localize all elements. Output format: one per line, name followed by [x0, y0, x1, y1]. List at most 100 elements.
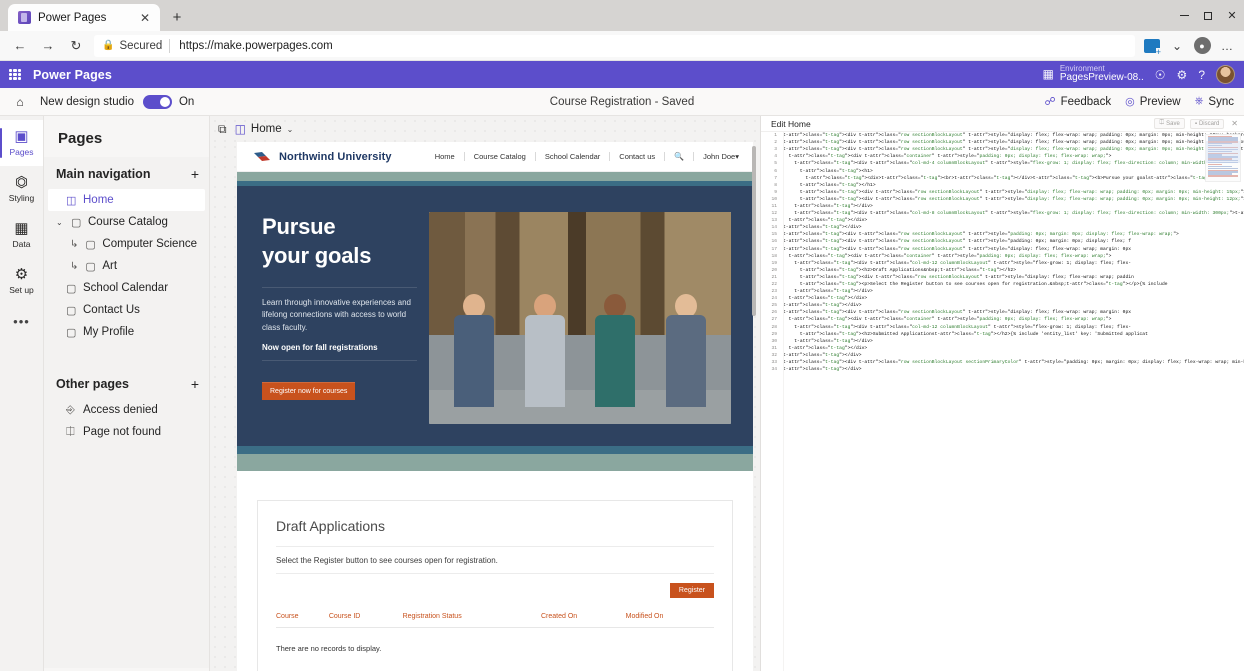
column-header-modified-on[interactable]: Modified On: [626, 607, 714, 628]
notifications-icon[interactable]: ☉: [1155, 68, 1166, 82]
address-bar[interactable]: 🔒 Secured https://make.powerpages.com: [94, 35, 1135, 57]
code-line[interactable]: 16t-attr">class="t-tag"><div t-attr">cla…: [761, 238, 1244, 245]
chevron-down-icon[interactable]: ⌄: [56, 218, 65, 227]
chevron-down-icon[interactable]: ⌄: [287, 125, 294, 134]
code-line[interactable]: 23 t-attr">class="t-tag"></div>: [761, 288, 1244, 295]
code-minimap[interactable]: [1205, 134, 1241, 182]
hero-section[interactable]: Pursue your goals Learn through innovati…: [237, 186, 753, 429]
new-tab-button[interactable]: +: [166, 6, 188, 28]
site-nav-course-catalog[interactable]: Course Catalog: [465, 152, 536, 161]
code-line[interactable]: 6 t-attr">class="t-tag"><h1>: [761, 167, 1244, 174]
code-line[interactable]: 33t-attr">class="t-tag"><div t-attr">cla…: [761, 359, 1244, 366]
minimap-viewport[interactable]: [1206, 141, 1240, 163]
sidebar-item-styling[interactable]: ⏣ Styling: [0, 166, 43, 212]
sidebar-item-school-calendar[interactable]: ▢ School Calendar: [44, 277, 209, 299]
close-icon[interactable]: ✕: [1229, 119, 1238, 128]
collections-icon[interactable]: [1141, 35, 1163, 57]
code-line[interactable]: 19 t-attr">class="t-tag"><div t-attr">cl…: [761, 260, 1244, 267]
sidebar-item-data[interactable]: ▦ Data: [0, 212, 43, 258]
code-line[interactable]: 11 t-attr">class="t-tag"></div>: [761, 203, 1244, 210]
code-line[interactable]: 20 t-attr">class="t-tag"><h2>Draft Appli…: [761, 267, 1244, 274]
code-line[interactable]: 9 t-attr">class="t-tag"><div t-attr">cla…: [761, 189, 1244, 196]
environment-selector[interactable]: ▦ Environment PagesPreview-08..: [1043, 65, 1144, 84]
code-line[interactable]: 18 t-attr">class="t-tag"><div t-attr">cl…: [761, 253, 1244, 260]
chevron-down-icon[interactable]: ⌄: [1166, 35, 1188, 57]
code-line[interactable]: 25t-attr">class="t-tag"></div>: [761, 302, 1244, 309]
forward-icon[interactable]: →: [34, 34, 62, 58]
design-studio-toggle[interactable]: [143, 95, 172, 109]
register-button[interactable]: Register: [670, 583, 714, 598]
add-other-page-icon[interactable]: +: [191, 378, 199, 390]
code-line[interactable]: 1t-attr">class="t-tag"><div t-attr">clas…: [761, 132, 1244, 139]
code-line[interactable]: 8 t-attr">class="t-tag"></h1>: [761, 182, 1244, 189]
browser-menu-icon[interactable]: …: [1216, 35, 1238, 57]
code-line[interactable]: 29 t-attr">class="t-tag"><h2>Submitted A…: [761, 331, 1244, 338]
code-line[interactable]: 31 t-attr">class="t-tag"></div>: [761, 345, 1244, 352]
register-now-button[interactable]: Register now for courses: [262, 382, 355, 400]
code-line[interactable]: 4 t-attr">class="t-tag"><div t-attr">cla…: [761, 153, 1244, 160]
code-line[interactable]: 12 t-attr">class="t-tag"><div t-attr">cl…: [761, 210, 1244, 217]
site-nav-contact-us[interactable]: Contact us: [610, 152, 665, 161]
sidebar-item-contact-us[interactable]: ▢ Contact Us: [44, 299, 209, 321]
site-user-menu[interactable]: John Doe▾: [694, 152, 739, 161]
code-line[interactable]: 15t-attr">class="t-tag"><div t-attr">cla…: [761, 231, 1244, 238]
profile-avatar[interactable]: ●: [1191, 35, 1213, 57]
code-line[interactable]: 32t-attr">class="t-tag"></div>: [761, 352, 1244, 359]
sidebar-item-computer-science[interactable]: ↳ ▢ Computer Science: [44, 233, 209, 255]
code-line[interactable]: 13 t-attr">class="t-tag"></div>: [761, 217, 1244, 224]
column-header-created-on[interactable]: Created On: [541, 607, 626, 628]
code-line[interactable]: 21 t-attr">class="t-tag"><div t-attr">cl…: [761, 274, 1244, 281]
close-icon[interactable]: ✕: [138, 11, 152, 25]
code-discard-button[interactable]: ▪ Discard: [1190, 119, 1224, 129]
sidebar-item-my-profile[interactable]: ▢ My Profile: [44, 321, 209, 343]
sidebar-item-page-not-found[interactable]: ⎅ Page not found: [44, 421, 209, 443]
column-header-registration-status[interactable]: Registration Status: [403, 607, 541, 628]
site-nav-home[interactable]: Home: [426, 152, 465, 161]
rail-more-button[interactable]: •••: [0, 304, 43, 338]
sync-button[interactable]: ⎈ Sync: [1195, 95, 1234, 108]
sidebar-item-home[interactable]: ◫ Home: [48, 189, 205, 211]
preview-button[interactable]: ◎ Preview: [1125, 95, 1181, 108]
site-nav-school-calendar[interactable]: School Calendar: [536, 152, 610, 161]
sidebar-item-course-catalog[interactable]: ⌄ ▢ Course Catalog: [44, 211, 209, 233]
browser-tab[interactable]: Power Pages ✕: [8, 4, 160, 31]
code-line[interactable]: 30 t-attr">class="t-tag"></div>: [761, 338, 1244, 345]
home-icon[interactable]: ⌂: [8, 95, 32, 109]
reload-icon[interactable]: ↻: [62, 34, 90, 58]
window-minimize-button[interactable]: [1172, 0, 1196, 31]
add-page-icon[interactable]: +: [191, 168, 199, 180]
user-avatar[interactable]: [1216, 65, 1235, 84]
code-line[interactable]: 27 t-attr">class="t-tag"><div t-attr">cl…: [761, 316, 1244, 323]
code-line[interactable]: 2t-attr">class="t-tag"><div t-attr">clas…: [761, 139, 1244, 146]
grid-icon[interactable]: [7, 67, 23, 83]
code-line[interactable]: 3t-attr">class="t-tag"><div t-attr">clas…: [761, 146, 1244, 153]
site-preview[interactable]: Northwind University Home Course Catalog…: [237, 142, 753, 671]
canvas-scrollbar[interactable]: [752, 146, 756, 316]
code-line[interactable]: 17t-attr">class="t-tag"><div t-attr">cla…: [761, 246, 1244, 253]
code-line[interactable]: 26t-attr">class="t-tag"><div t-attr">cla…: [761, 309, 1244, 316]
code-line[interactable]: 10 t-attr">class="t-tag"><div t-attr">cl…: [761, 196, 1244, 203]
canvas-page-selector[interactable]: ◫ Home ⌄: [235, 122, 298, 136]
search-icon[interactable]: 🔍: [665, 152, 694, 161]
expand-canvas-icon[interactable]: ⧉: [218, 122, 227, 137]
code-line[interactable]: 34t-attr">class="t-tag"></div>: [761, 366, 1244, 373]
code-line[interactable]: 14t-attr">class="t-tag"></div>: [761, 224, 1244, 231]
window-maximize-button[interactable]: [1196, 0, 1220, 31]
sidebar-item-setup[interactable]: ⚙ Set up: [0, 258, 43, 304]
column-header-course-id[interactable]: Course ID: [329, 607, 403, 628]
window-close-icon[interactable]: ✕: [1220, 0, 1244, 31]
feedback-button[interactable]: ☍ Feedback: [1044, 95, 1111, 108]
code-line[interactable]: 5 t-attr">class="t-tag"><div t-attr">cla…: [761, 160, 1244, 167]
column-header-course[interactable]: Course: [276, 607, 329, 628]
code-text-area[interactable]: 1t-attr">class="t-tag"><div t-attr">clas…: [761, 132, 1244, 671]
back-icon[interactable]: ←: [6, 34, 34, 58]
code-line[interactable]: 24 t-attr">class="t-tag"></div>: [761, 295, 1244, 302]
code-line[interactable]: 22 t-attr">class="t-tag"><p>Select the R…: [761, 281, 1244, 288]
sidebar-item-pages[interactable]: ▣ Pages: [0, 120, 43, 166]
code-line[interactable]: 7 t-attr">class="t-tag"><div>t-attr">cla…: [761, 175, 1244, 182]
canvas-scroll-area[interactable]: Northwind University Home Course Catalog…: [210, 142, 760, 671]
sidebar-item-art[interactable]: ↳ ▢ Art: [44, 255, 209, 277]
code-line[interactable]: 28 t-attr">class="t-tag"><div t-attr">cl…: [761, 324, 1244, 331]
sidebar-item-access-denied[interactable]: ⎆ Access denied: [44, 399, 209, 421]
help-icon[interactable]: ?: [1198, 68, 1205, 82]
